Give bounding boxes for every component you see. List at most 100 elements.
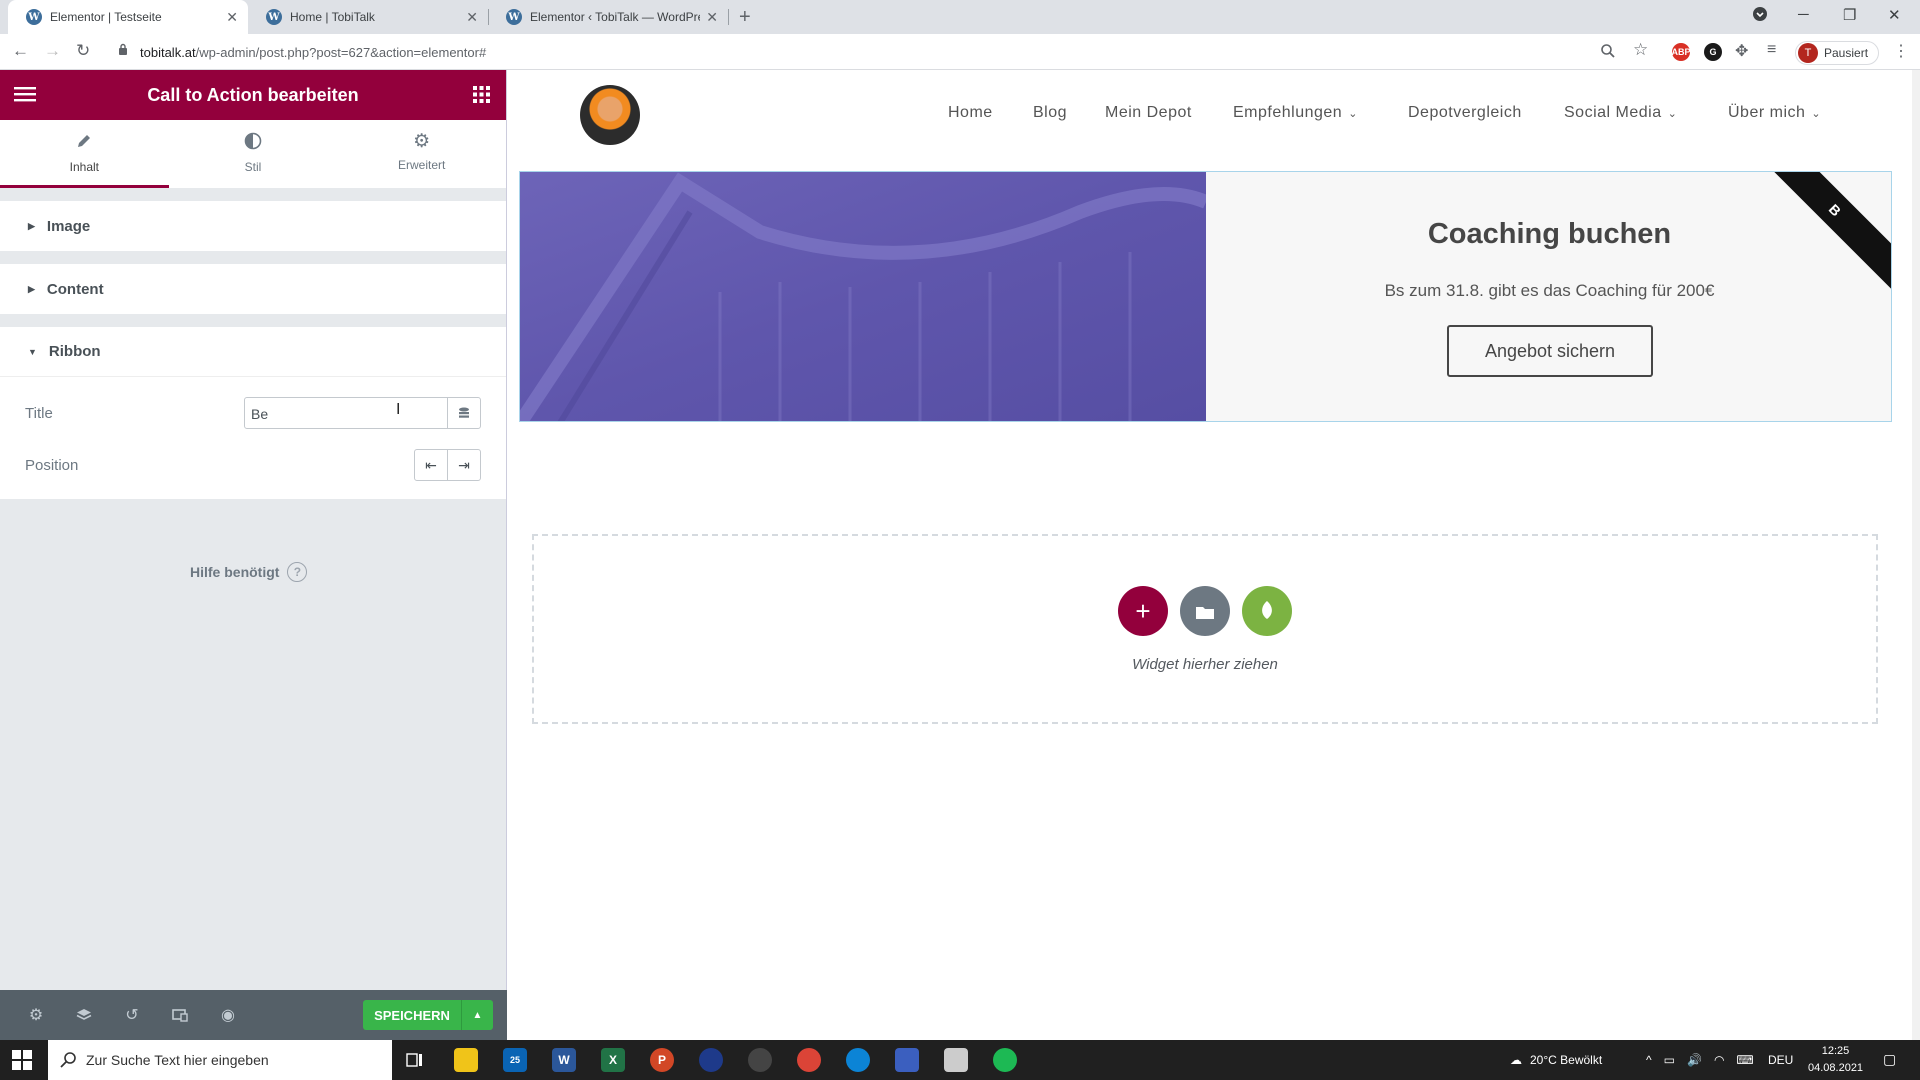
nav-label: Empfehlungen — [1233, 104, 1343, 121]
hamburger-menu-icon[interactable] — [14, 86, 36, 107]
spotify-icon[interactable] — [993, 1048, 1017, 1072]
lock-icon[interactable] — [118, 43, 128, 61]
edge-icon[interactable] — [846, 1048, 870, 1072]
elementor-panel: Call to Action bearbeiten Inhalt Stil ⚙ … — [0, 70, 507, 1040]
language-indicator[interactable]: DEU — [1768, 1040, 1793, 1080]
envato-kit-button[interactable] — [1242, 586, 1292, 636]
nav-label: Depotvergleich — [1408, 104, 1522, 121]
weather-text: 20°C Bewölkt — [1530, 1053, 1603, 1067]
adblock-extension-icon[interactable]: ABP — [1672, 43, 1691, 61]
zoom-icon[interactable] — [1600, 43, 1616, 64]
bookmark-star-icon[interactable]: ☆ — [1633, 40, 1648, 60]
weather-widget[interactable]: ☁ 20°C Bewölkt — [1510, 1040, 1602, 1080]
reload-icon[interactable]: ↻ — [76, 41, 90, 61]
call-to-action-widget[interactable]: Coaching buchen Bs zum 31.8. gibt es das… — [519, 171, 1892, 422]
widgets-grid-icon[interactable] — [473, 86, 490, 108]
clock-time: 12:25 — [1821, 1045, 1850, 1057]
powerpoint-icon[interactable]: P — [650, 1048, 674, 1072]
tab-inhalt[interactable]: Inhalt — [0, 120, 169, 188]
close-icon[interactable]: ✕ — [706, 9, 718, 26]
profile-button[interactable]: T Pausiert — [1795, 41, 1880, 65]
window-close-icon[interactable]: ✕ — [1888, 6, 1901, 24]
app-icon[interactable] — [895, 1048, 919, 1072]
section-label: Content — [46, 280, 104, 298]
nav-item-home[interactable]: Home — [948, 104, 993, 122]
clock[interactable]: 12:25 04.08.2021 — [1808, 1043, 1863, 1077]
menu-kebab-icon[interactable]: ⋮ — [1893, 41, 1909, 61]
notification-icon[interactable]: ▢ — [1883, 1051, 1896, 1068]
wifi-icon[interactable]: ◠ — [1714, 1053, 1724, 1067]
preview-eye-icon[interactable]: ◉ — [204, 1005, 252, 1025]
url-input[interactable]: tobitalk.at/wp-admin/post.php?post=627&a… — [140, 45, 486, 60]
text-cursor-icon: I — [396, 401, 401, 418]
building-photo — [520, 172, 1206, 421]
file-explorer-icon[interactable] — [454, 1048, 478, 1072]
wordpress-icon: W — [26, 9, 42, 25]
wordpress-icon: W — [506, 9, 522, 25]
widget-drop-zone[interactable]: + Widget hierher ziehen — [532, 534, 1878, 724]
cta-button[interactable]: Angebot sichern — [1447, 325, 1653, 377]
notepad-icon[interactable] — [944, 1048, 968, 1072]
site-logo[interactable] — [580, 85, 640, 145]
obs-studio-icon[interactable] — [748, 1048, 772, 1072]
nav-item-empfehlungen[interactable]: Empfehlungen ⌄ — [1233, 104, 1358, 122]
close-icon[interactable]: ✕ — [226, 9, 238, 26]
reading-list-icon[interactable]: ≡ — [1767, 41, 1776, 59]
excel-icon[interactable]: X — [601, 1048, 625, 1072]
taskbar-search-input[interactable]: Zur Suche Text hier eingeben — [48, 1040, 392, 1080]
nav-item-blog[interactable]: Blog — [1033, 104, 1067, 122]
windows-taskbar: Zur Suche Text hier eingeben 25 W X P ☁ … — [0, 1040, 1920, 1080]
help-label: Hilfe benötigt — [190, 564, 280, 580]
position-right-button[interactable]: ⇥ — [447, 449, 481, 481]
windows-start-icon[interactable] — [12, 1050, 32, 1075]
nav-item-social-media[interactable]: Social Media ⌄ — [1564, 104, 1677, 122]
panel-footer: ⚙ ↺ ◉ SPEICHERN ▲ — [0, 990, 507, 1040]
camera-icon[interactable]: ▭ — [1664, 1053, 1675, 1067]
grammarly-extension-icon[interactable]: G — [1704, 43, 1722, 61]
restore-icon[interactable]: ❐ — [1843, 6, 1856, 24]
plus-icon: + — [1135, 595, 1151, 626]
tab-stil[interactable]: Stil — [169, 120, 338, 188]
minimize-icon[interactable]: ─ — [1798, 6, 1809, 23]
search-placeholder: Zur Suche Text hier eingeben — [86, 1052, 269, 1068]
nav-item-ueber-mich[interactable]: Über mich ⌄ — [1728, 104, 1821, 122]
browser-tab-home-tobitalk[interactable]: W Home | TobiTalk ✕ — [248, 0, 488, 34]
responsive-mode-icon[interactable] — [156, 1008, 204, 1022]
dynamic-tags-button[interactable] — [447, 397, 481, 429]
nav-item-depotvergleich[interactable]: Depotvergleich — [1408, 104, 1522, 122]
mail-icon[interactable]: 25 — [503, 1048, 527, 1072]
navigator-layers-icon[interactable] — [60, 1008, 108, 1022]
extensions-puzzle-icon[interactable]: ✥ — [1735, 41, 1748, 61]
save-button[interactable]: SPEICHERN — [363, 1000, 461, 1030]
section-content[interactable]: ▶ Content — [0, 264, 506, 314]
keyboard-icon[interactable]: ⌨ — [1736, 1053, 1753, 1067]
contrast-icon — [244, 132, 262, 153]
chevron-up-icon[interactable]: ^ — [1646, 1053, 1652, 1067]
help-link[interactable]: Hilfe benötigt ? — [190, 562, 308, 582]
settings-gear-icon[interactable]: ⚙ — [12, 1005, 60, 1025]
volume-icon[interactable]: 🔊 — [1687, 1053, 1702, 1067]
preview-scrollbar[interactable] — [1912, 70, 1920, 1040]
browser-tab-elementor-testseite[interactable]: W Elementor | Testseite ✕ — [8, 0, 248, 34]
add-section-button[interactable]: + — [1118, 586, 1168, 636]
nav-item-mein-depot[interactable]: Mein Depot — [1105, 104, 1192, 122]
save-options-caret-icon[interactable]: ▲ — [461, 1000, 493, 1030]
word-icon[interactable]: W — [552, 1048, 576, 1072]
tab-search-icon[interactable] — [1752, 6, 1768, 26]
ribbon-text: B — [1825, 200, 1845, 220]
add-template-button[interactable] — [1180, 586, 1230, 636]
ribbon-title-input[interactable]: Be — [244, 397, 448, 429]
position-left-button[interactable]: ⇤ — [414, 449, 448, 481]
back-icon[interactable]: ← — [12, 41, 29, 61]
task-view-icon[interactable] — [403, 1048, 427, 1072]
new-tab-icon[interactable]: + — [739, 6, 751, 29]
forward-icon[interactable]: → — [44, 41, 61, 61]
history-icon[interactable]: ↺ — [108, 1005, 156, 1025]
vpn-app-icon[interactable] — [699, 1048, 723, 1072]
section-ribbon[interactable]: ▼ Ribbon — [0, 327, 506, 377]
tab-erweitert[interactable]: ⚙ Erweitert — [337, 120, 506, 188]
browser-tab-elementor-wordpress[interactable]: W Elementor ‹ TobiTalk — WordPre ✕ — [488, 0, 728, 34]
section-image[interactable]: ▶ Image — [0, 201, 506, 251]
close-icon[interactable]: ✕ — [466, 9, 478, 26]
chrome-icon[interactable] — [797, 1048, 821, 1072]
